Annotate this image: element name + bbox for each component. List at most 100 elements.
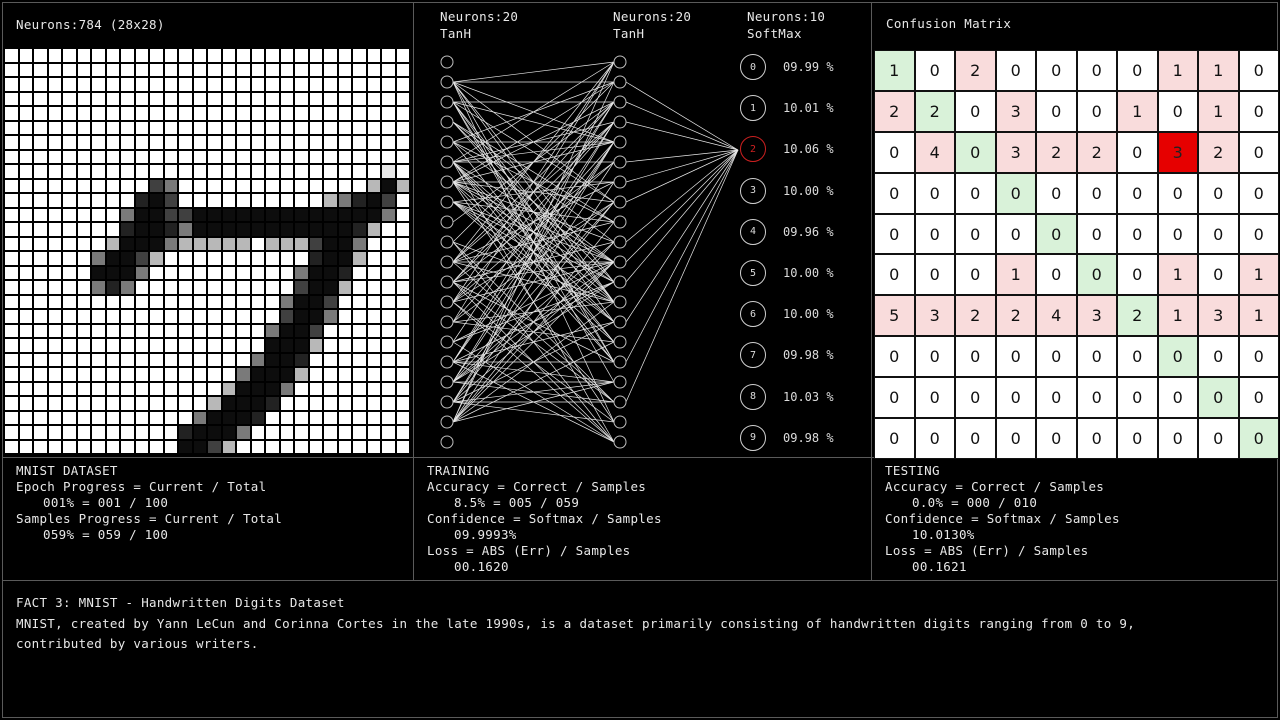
- input-pixel: [91, 396, 106, 411]
- input-pixel: [381, 77, 396, 92]
- input-pixel: [105, 48, 120, 63]
- input-pixel: [337, 323, 352, 338]
- training-title: TRAINING: [427, 463, 490, 478]
- input-pixel: [163, 91, 178, 106]
- input-pixel: [381, 381, 396, 396]
- input-pixel: [105, 425, 120, 440]
- input-pixel: [207, 91, 222, 106]
- input-pixel: [221, 439, 236, 454]
- input-pixel: [265, 439, 280, 454]
- input-pixel: [178, 294, 193, 309]
- input-pixel: [120, 338, 135, 353]
- input-pixel: [134, 352, 149, 367]
- input-pixel: [62, 236, 77, 251]
- input-pixel: [352, 178, 367, 193]
- input-pixel: [308, 164, 323, 179]
- input-pixel: [323, 149, 338, 164]
- input-pixel: [134, 178, 149, 193]
- input-pixel: [18, 222, 33, 237]
- input-pixel: [207, 381, 222, 396]
- input-pixel: [47, 251, 62, 266]
- input-pixel: [265, 135, 280, 150]
- input-pixel: [323, 207, 338, 222]
- input-pixel: [395, 323, 410, 338]
- input-pixel: [236, 120, 251, 135]
- input-pixel: [33, 381, 48, 396]
- input-pixel: [250, 149, 265, 164]
- input-pixel: [265, 425, 280, 440]
- input-pixel: [323, 222, 338, 237]
- input-pixel: [76, 91, 91, 106]
- input-pixel: [308, 106, 323, 121]
- input-pixel: [163, 236, 178, 251]
- input-pixel: [207, 164, 222, 179]
- confusion-cell: 2: [955, 50, 996, 91]
- input-pixel: [308, 77, 323, 92]
- input-pixel: [62, 381, 77, 396]
- confusion-cell: 0: [1238, 50, 1279, 91]
- input-pixel: [236, 280, 251, 295]
- hidden2-neuron: [613, 275, 627, 289]
- input-pixel: [265, 396, 280, 411]
- input-pixel: [192, 222, 207, 237]
- input-pixel: [236, 236, 251, 251]
- input-pixel: [308, 280, 323, 295]
- input-pixel: [4, 251, 19, 266]
- input-pixel: [4, 309, 19, 324]
- input-pixel: [207, 425, 222, 440]
- input-pixel: [265, 338, 280, 353]
- hidden2-neuron: [613, 135, 627, 149]
- input-pixel: [4, 352, 19, 367]
- input-pixel: [207, 120, 222, 135]
- input-pixel: [207, 265, 222, 280]
- input-pixel: [192, 309, 207, 324]
- input-pixel: [323, 135, 338, 150]
- input-pixel: [178, 178, 193, 193]
- output-probability: 10.00 %: [783, 307, 834, 322]
- training-confidence-value: 09.9993%: [454, 527, 517, 542]
- input-pixel: [149, 338, 164, 353]
- input-pixel: [18, 178, 33, 193]
- input-pixel: [236, 425, 251, 440]
- confusion-cell: 0: [914, 377, 955, 419]
- input-pixel: [366, 309, 381, 324]
- input-pixel: [47, 265, 62, 280]
- input-pixel: [294, 352, 309, 367]
- input-pixel: [294, 62, 309, 77]
- input-pixel: [178, 120, 193, 135]
- input-pixel: [4, 106, 19, 121]
- confusion-cell: 0: [995, 377, 1036, 419]
- output-neuron: 4: [740, 218, 766, 245]
- input-pixel: [47, 77, 62, 92]
- input-pixel: [33, 323, 48, 338]
- input-pixel: [279, 77, 294, 92]
- input-pixel: [76, 294, 91, 309]
- input-pixel: [308, 207, 323, 222]
- input-pixel: [91, 367, 106, 382]
- input-pixel: [33, 164, 48, 179]
- input-pixel: [207, 294, 222, 309]
- confusion-matrix-title: Confusion Matrix: [886, 16, 1012, 31]
- input-pixel: [4, 193, 19, 208]
- input-pixel: [47, 62, 62, 77]
- input-pixel: [33, 425, 48, 440]
- input-pixel: [62, 425, 77, 440]
- input-pixel: [265, 106, 280, 121]
- input-pixel: [279, 439, 294, 454]
- input-pixel: [120, 323, 135, 338]
- input-pixel: [178, 338, 193, 353]
- input-pixel: [294, 135, 309, 150]
- input-pixel: [4, 164, 19, 179]
- input-pixel: [265, 251, 280, 266]
- input-pixel: [381, 91, 396, 106]
- input-pixel: [149, 193, 164, 208]
- confusion-cell: 3: [1157, 131, 1198, 173]
- input-pixel: [323, 178, 338, 193]
- input-pixel: [207, 323, 222, 338]
- input-pixel: [105, 251, 120, 266]
- confusion-cell: 0: [955, 418, 996, 459]
- input-pixel: [250, 439, 265, 454]
- input-pixel: [236, 207, 251, 222]
- hidden2-neuron: [613, 155, 627, 169]
- samples-progress-value: 059% = 059 / 100: [43, 527, 169, 542]
